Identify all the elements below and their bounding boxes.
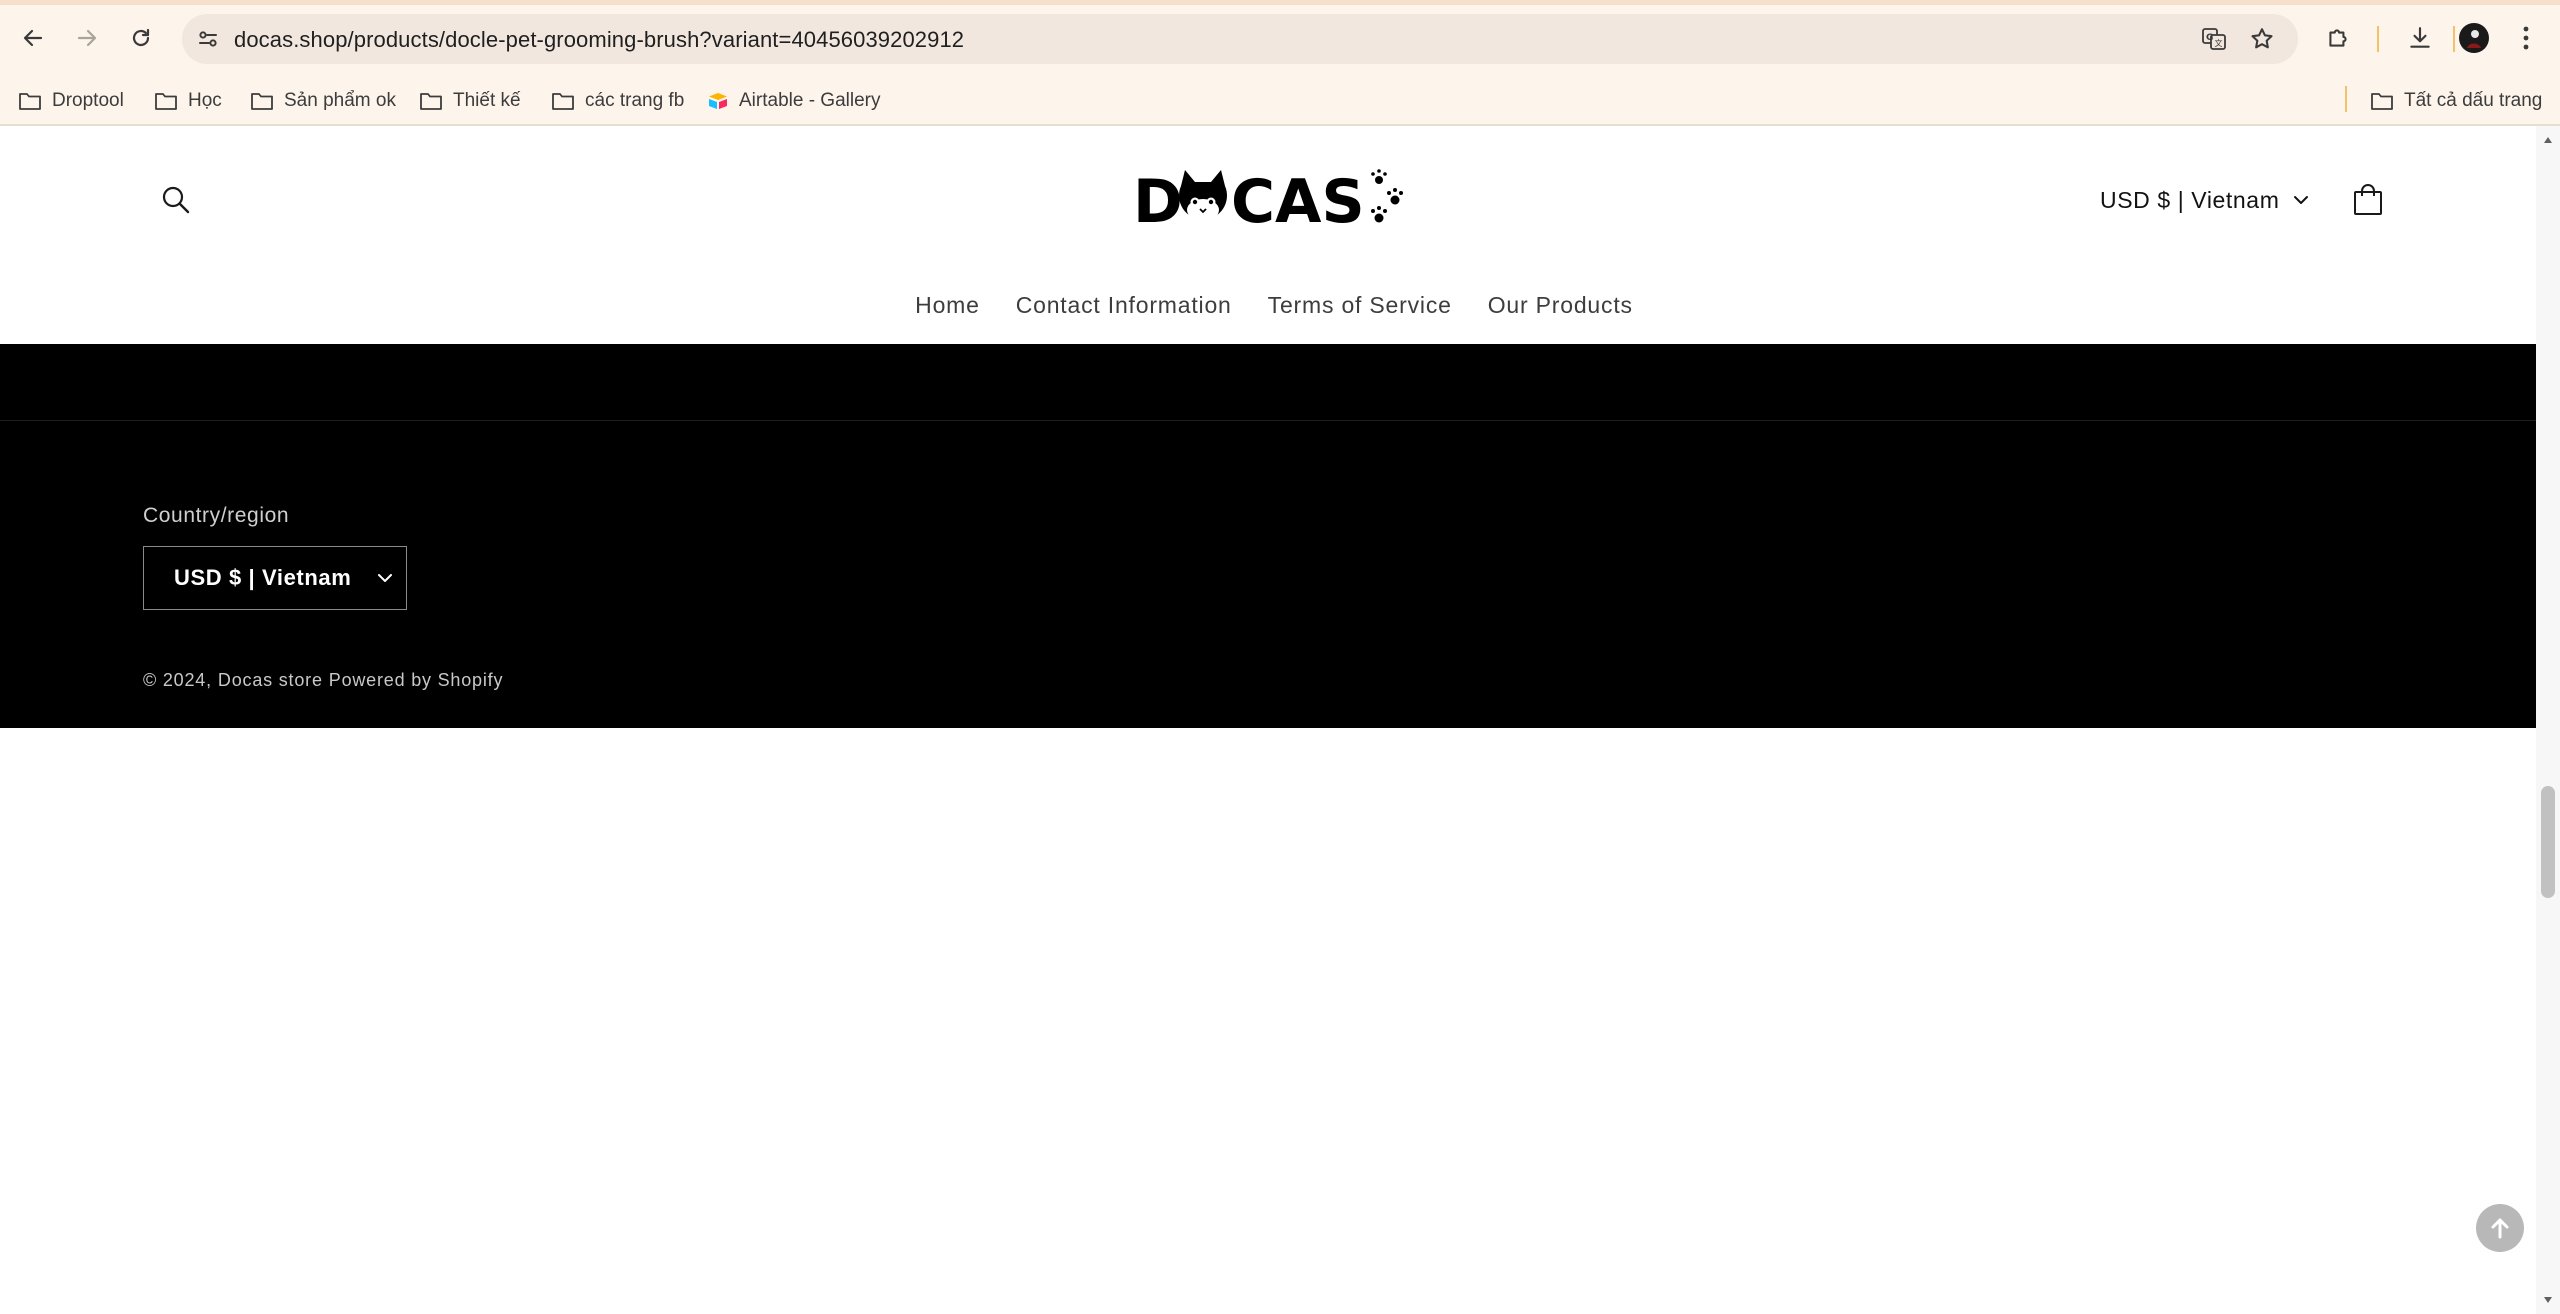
reload-button[interactable]	[121, 18, 161, 58]
scroll-to-top-button[interactable]	[2476, 1204, 2524, 1252]
bookmark-label: Droptool	[52, 90, 124, 111]
country-region-selector[interactable]: USD $ | Vietnam	[143, 546, 407, 610]
extensions-button[interactable]	[2318, 18, 2358, 58]
bookmarks-divider	[2345, 86, 2347, 112]
triangle-down-icon	[2544, 1297, 2552, 1303]
url-text[interactable]: docas.shop/products/docle-pet-grooming-b…	[234, 27, 964, 53]
arrow-right-icon	[77, 29, 97, 47]
triangle-up-icon	[2544, 137, 2552, 143]
tab-strip-edge	[0, 0, 2560, 5]
site-info-button[interactable]	[192, 23, 224, 55]
avatar	[2459, 23, 2489, 53]
paw-prints-icon	[1371, 169, 1403, 223]
profile-button[interactable]	[2454, 18, 2494, 58]
country-selector-value: USD $ | Vietnam	[174, 565, 352, 590]
scroll-down-arrow[interactable]	[2542, 1294, 2554, 1306]
footer-divider	[0, 420, 2536, 421]
header-currency-label: USD $ | Vietnam	[2100, 186, 2280, 213]
copyright-text: © 2024,	[143, 670, 212, 690]
bookmark-label: Thiết kế	[453, 90, 521, 111]
cart-button[interactable]	[2346, 178, 2390, 222]
back-button[interactable]	[13, 18, 53, 58]
logo-letters-cas: CAS	[1231, 167, 1365, 234]
bookmark-label: các trang fb	[585, 90, 685, 111]
bookmark-label: Airtable - Gallery	[739, 90, 881, 111]
bookmark-label: Sản phẩm ok	[284, 90, 396, 111]
airtable-icon	[709, 93, 727, 109]
nav-terms-of-service[interactable]: Terms of Service	[1268, 292, 1452, 332]
folder-icon	[2371, 93, 2393, 110]
country-region-label: Country/region	[143, 504, 290, 527]
store-logo[interactable]: D CAS	[1133, 166, 1409, 234]
search-icon	[162, 186, 190, 214]
bookmark-droptool[interactable]: Droptool	[18, 83, 124, 119]
copyright-line: © 2024, Docas store Powered by Shopify	[143, 670, 509, 691]
address-bar[interactable]: docas.shop/products/docle-pet-grooming-b…	[182, 14, 2298, 64]
bookmark-label: Học	[188, 90, 222, 111]
folder-icon	[155, 93, 177, 110]
search-button[interactable]	[154, 178, 198, 222]
browser-chrome: docas.shop/products/docle-pet-grooming-b…	[0, 0, 2560, 126]
folder-icon	[420, 93, 442, 110]
scrollbar-thumb[interactable]	[2541, 786, 2555, 898]
chevron-down-icon	[378, 574, 393, 582]
folder-icon	[251, 93, 273, 110]
puzzle-icon	[2329, 29, 2347, 47]
store-link[interactable]: Docas store	[218, 670, 323, 690]
arrow-left-icon	[23, 29, 43, 47]
translate-button[interactable]: G文	[2198, 23, 2230, 55]
star-icon	[2251, 28, 2273, 49]
toolbar-divider	[2377, 26, 2379, 52]
chevron-down-icon	[2294, 196, 2309, 204]
folder-icon	[552, 93, 574, 110]
web-page: D CAS USD $ | Vietnam Home Contact Infor…	[0, 126, 2536, 1314]
bookmark-hoc[interactable]: Học	[154, 83, 222, 119]
docas-logo: D CAS	[1133, 167, 1403, 234]
nav-home[interactable]: Home	[915, 292, 980, 332]
bookmark-san-pham-ok[interactable]: Sản phẩm ok	[250, 83, 396, 119]
site-header: D CAS USD $ | Vietnam Home Contact Infor…	[0, 126, 2536, 344]
page-scrollbar[interactable]	[2536, 126, 2560, 1314]
powered-by-shopify-link[interactable]: Powered by Shopify	[329, 670, 504, 690]
svg-text:文: 文	[2215, 38, 2223, 48]
all-bookmarks-button[interactable]: Tất cả dấu trang	[2370, 83, 2542, 119]
bookmark-thiet-ke[interactable]: Thiết kế	[419, 83, 521, 119]
main-navigation: Home Contact Information Terms of Servic…	[0, 292, 2536, 332]
nav-contact-information[interactable]: Contact Information	[1016, 292, 1232, 332]
logo-letter-d: D	[1133, 167, 1183, 234]
bookmark-cac-trang-fb[interactable]: các trang fb	[551, 83, 684, 119]
bookmark-star-button[interactable]	[2246, 23, 2278, 55]
cat-face-icon	[1179, 170, 1227, 221]
more-vertical-icon	[2523, 26, 2529, 50]
shopping-bag-icon	[2354, 184, 2382, 215]
svg-text:G: G	[2206, 33, 2213, 43]
tune-icon	[199, 31, 217, 47]
download-icon	[2410, 27, 2430, 48]
bookmark-airtable-gallery[interactable]: Airtable - Gallery	[707, 83, 881, 119]
bookmarks-bar: Droptool Học Sản phẩm ok Thiết kế các tr…	[0, 78, 2560, 124]
translate-icon: G文	[2202, 28, 2226, 50]
site-footer: Country/region USD $ | Vietnam © 2024, Do…	[0, 344, 2536, 728]
nav-our-products[interactable]: Our Products	[1488, 292, 1633, 332]
forward-button[interactable]	[67, 18, 107, 58]
scroll-up-arrow[interactable]	[2542, 134, 2554, 146]
folder-icon	[19, 93, 41, 110]
reload-icon	[132, 28, 150, 47]
downloads-button[interactable]	[2400, 18, 2440, 58]
all-bookmarks-label: Tất cả dấu trang	[2404, 90, 2543, 111]
arrow-up-circle-icon	[2491, 1218, 2509, 1239]
header-currency-selector[interactable]: USD $ | Vietnam	[2100, 182, 2309, 218]
chrome-menu-button[interactable]	[2506, 18, 2546, 58]
